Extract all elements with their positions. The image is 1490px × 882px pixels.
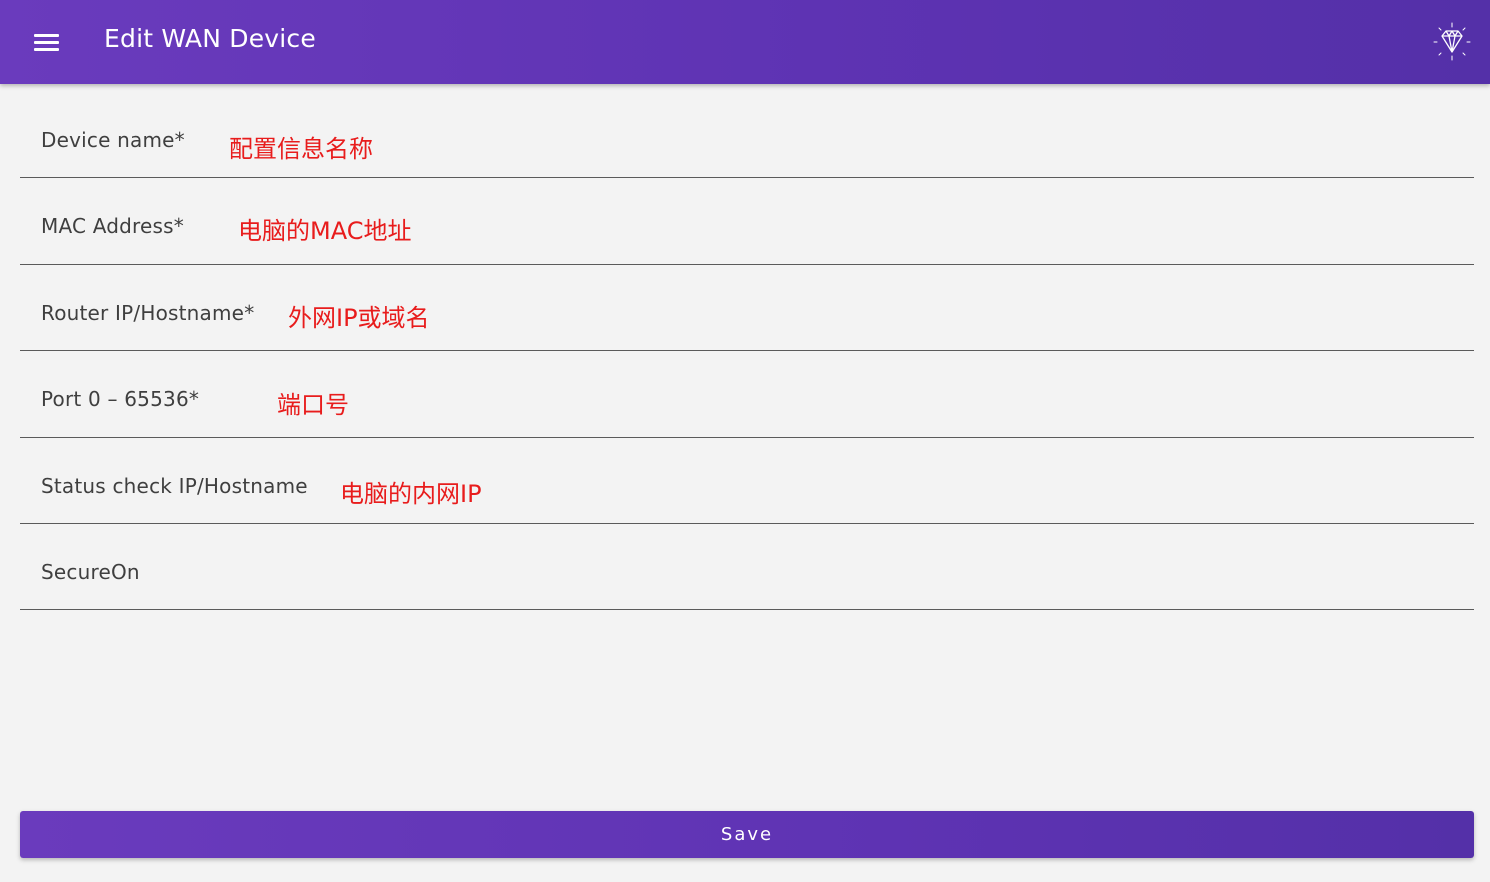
hamburger-menu-icon[interactable] (30, 26, 62, 58)
port-field: Port 0 – 65536* (20, 351, 1474, 438)
router-host-field: Router IP/Hostname* (20, 265, 1474, 352)
page-title: Edit WAN Device (104, 24, 316, 53)
wan-device-form: Device name* MAC Address* Router IP/Host… (20, 92, 1474, 611)
router-host-label: Router IP/Hostname* (41, 300, 255, 325)
secureon-field: SecureOn (20, 524, 1474, 611)
status-check-field: Status check IP/Hostname (20, 438, 1474, 524)
mac-address-label: MAC Address* (41, 214, 184, 239)
device-name-label: Device name* (41, 128, 185, 152)
mac-address-input[interactable] (238, 212, 938, 245)
device-name-input[interactable] (229, 130, 929, 162)
secureon-label: SecureOn (41, 559, 140, 584)
app-bar: Edit WAN Device (0, 0, 1490, 84)
status-check-input[interactable] (340, 475, 1040, 508)
save-button[interactable]: Save (20, 811, 1474, 858)
secureon-input[interactable] (160, 559, 860, 592)
router-host-input[interactable] (288, 299, 988, 332)
device-name-field: Device name* (20, 92, 1474, 179)
mac-address-field: MAC Address* (20, 178, 1474, 265)
port-label: Port 0 – 65536* (41, 387, 200, 412)
port-input[interactable] (277, 386, 977, 419)
status-check-label: Status check IP/Hostname (41, 473, 308, 498)
diamond-gem-icon[interactable] (1430, 20, 1474, 64)
